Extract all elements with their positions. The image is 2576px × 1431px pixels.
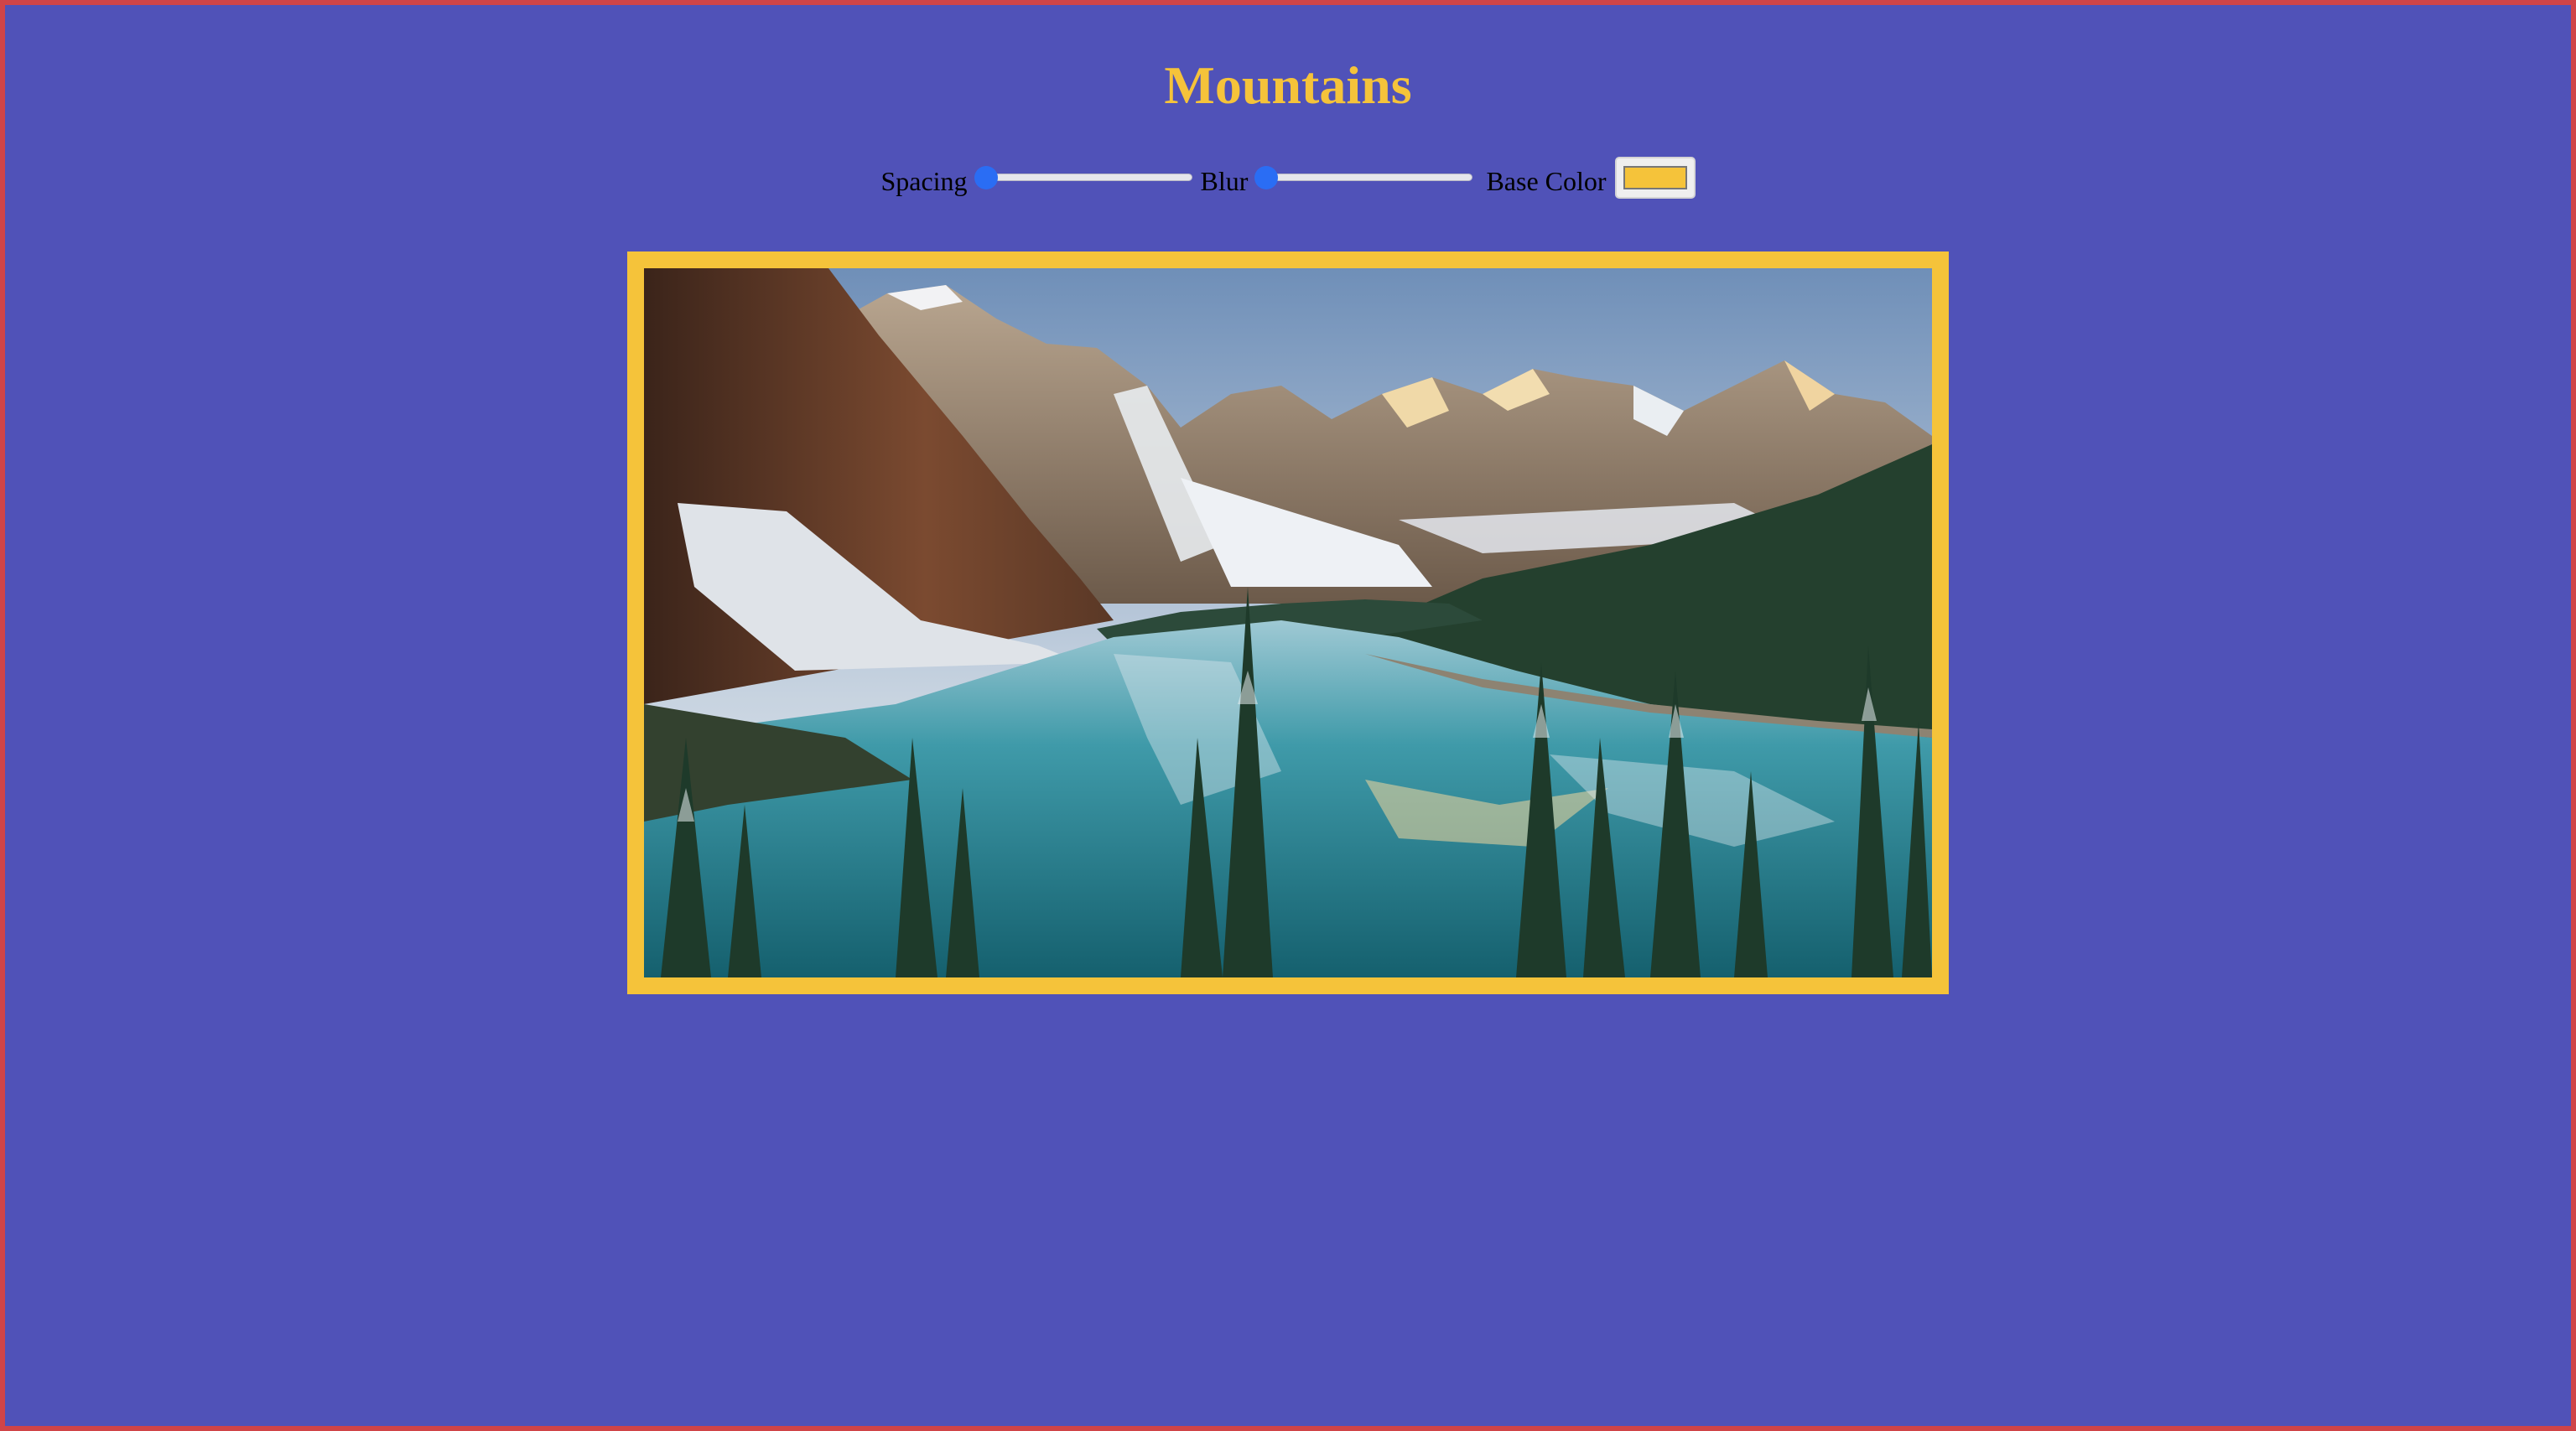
- spacing-slider[interactable]: [974, 164, 1192, 191]
- base-color-swatch: [1623, 166, 1687, 189]
- spacing-slider-thumb[interactable]: [974, 166, 998, 189]
- blur-slider[interactable]: [1254, 164, 1473, 191]
- spacing-slider-track: [980, 174, 1192, 181]
- mountain-lake-photo: [644, 268, 1932, 977]
- base-color-picker[interactable]: [1614, 157, 1696, 199]
- blur-label: Blur: [1200, 166, 1249, 196]
- blur-slider-thumb[interactable]: [1254, 166, 1279, 189]
- page-title: Mountains: [1164, 55, 1412, 115]
- blur-slider-track: [1261, 174, 1473, 181]
- photo-frame: [627, 251, 1949, 994]
- base-color-label: Base Color: [1486, 166, 1607, 196]
- controls-bar: Spacing Blur Base Color: [0, 154, 2576, 201]
- spacing-label: Spacing: [880, 166, 968, 196]
